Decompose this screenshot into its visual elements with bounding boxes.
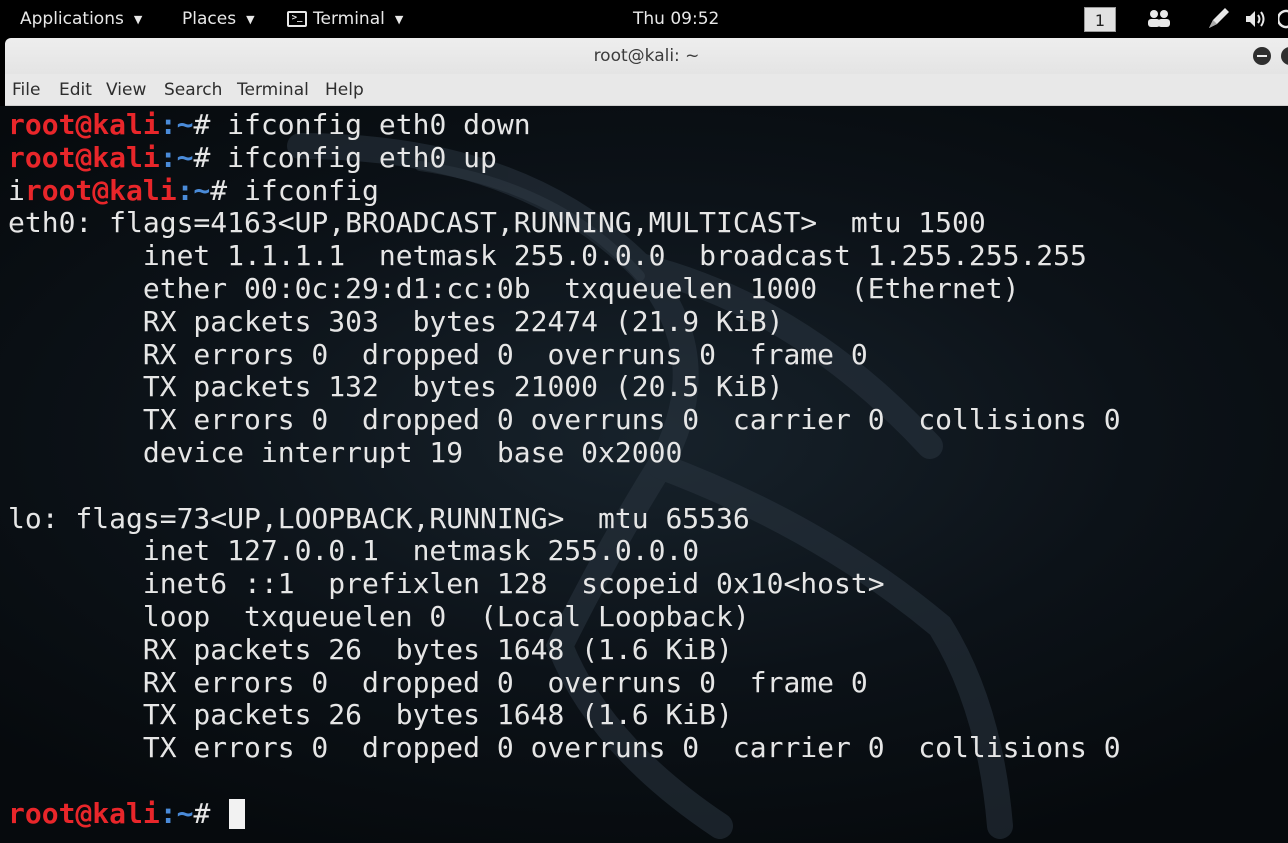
terminal-app-label: Terminal (313, 9, 385, 29)
output-line: inet 1.1.1.1 netmask 255.0.0.0 broadcast… (8, 239, 1087, 273)
prompt-user: root@kali (24, 173, 177, 207)
menu-edit[interactable]: Edit (59, 80, 92, 100)
volume-icon[interactable] (1243, 6, 1269, 37)
prompt-line: root@kali:~# ifconfig eth0 up (8, 140, 1121, 175)
prompt-path: :~ (176, 173, 211, 207)
top-panel: Applications ▼ Places ▼ >_ Terminal ▼ Th… (0, 0, 1288, 38)
output-line: device interrupt 19 base 0x2000 (8, 435, 683, 469)
prompt-symbol: # (193, 140, 228, 174)
prompt-path: :~ (159, 140, 194, 174)
output-line: TX packets 132 bytes 21000 (20.5 KiB) (8, 370, 784, 404)
workspace-indicator[interactable]: 1 (1084, 7, 1116, 32)
window-title: root@kali: ~ (593, 46, 700, 66)
output-line: TX errors 0 dropped 0 overruns 0 carrier… (8, 731, 1121, 765)
menu-terminal[interactable]: Terminal (237, 80, 309, 100)
menu-file[interactable]: File (12, 80, 40, 100)
terminal-icon: >_ (287, 11, 307, 27)
output-line: eth0: flags=4163<UP,BROADCAST,RUNNING,MU… (8, 206, 986, 240)
chevron-down-icon: ▼ (246, 12, 255, 26)
terminal-output: root@kali:~# ifconfig eth0 down root@kali… (8, 108, 1121, 831)
terminal-app-menu[interactable]: >_ Terminal ▼ (287, 9, 403, 29)
prompt-user: root@kali (8, 140, 160, 174)
stray-char: i (8, 173, 25, 207)
prompt-line: root@kali:~# ifconfig eth0 down (8, 108, 1121, 142)
prompt-symbol: # (210, 173, 245, 207)
output-line: inet 127.0.0.1 netmask 255.0.0.0 (8, 534, 700, 568)
output-line: RX packets 303 bytes 22474 (21.9 KiB) (8, 304, 784, 338)
chevron-down-icon: ▼ (133, 12, 143, 26)
minimize-icon (1257, 55, 1267, 57)
places-menu[interactable]: Places ▼ (182, 9, 255, 29)
output-line: RX packets 26 bytes 1648 (1.6 KiB) (8, 632, 733, 666)
output-line: ether 00:0c:29:d1:cc:0b txqueuelen 1000 … (8, 271, 1020, 305)
clock[interactable]: Thu 09:52 (633, 9, 719, 29)
menu-view[interactable]: View (106, 80, 146, 100)
prompt-symbol: # (193, 108, 228, 141)
output-line: TX packets 26 bytes 1648 (1.6 KiB) (8, 698, 733, 732)
applications-menu[interactable]: Applications ▼ (20, 9, 142, 29)
power-icon[interactable] (1276, 6, 1288, 37)
text-cursor[interactable] (229, 798, 246, 829)
prompt-line: root@kali:~# (8, 796, 1121, 831)
output-line: TX errors 0 dropped 0 overruns 0 carrier… (8, 403, 1121, 437)
pen-icon[interactable] (1205, 6, 1231, 37)
prompt-path: :~ (159, 108, 194, 141)
output-line: lo: flags=73<UP,LOOPBACK,RUNNING> mtu 65… (8, 501, 750, 535)
command-text: ifconfig eth0 down (227, 108, 531, 141)
minimize-button[interactable] (1253, 47, 1271, 65)
chevron-down-icon: ▼ (394, 12, 404, 26)
command-text: ifconfig (244, 173, 379, 207)
people-icon[interactable] (1146, 6, 1172, 35)
output-line: RX errors 0 dropped 0 overruns 0 frame 0 (8, 665, 868, 699)
applications-label: Applications (20, 9, 124, 29)
prompt-path: :~ (159, 796, 194, 830)
menu-help[interactable]: Help (325, 80, 364, 100)
prompt-user: root@kali (8, 796, 160, 830)
output-line: inet6 ::1 prefixlen 128 scopeid 0x10<hos… (8, 567, 885, 601)
window-titlebar[interactable]: root@kali: ~ (5, 38, 1288, 74)
places-label: Places (182, 9, 237, 29)
prompt-user: root@kali (8, 108, 160, 141)
prompt-line: iroot@kali:~# ifconfig (8, 173, 1121, 208)
command-text: ifconfig eth0 up (227, 140, 497, 174)
menu-search[interactable]: Search (164, 80, 222, 100)
output-line: loop txqueuelen 0 (Local Loopback) (8, 599, 750, 633)
menu-bar: File Edit View Search Terminal Help (5, 74, 1288, 106)
prompt-symbol: # (193, 796, 228, 830)
output-line: RX errors 0 dropped 0 overruns 0 frame 0 (8, 337, 868, 371)
terminal-view[interactable]: root@kali:~# ifconfig eth0 down root@kali… (0, 106, 1288, 843)
